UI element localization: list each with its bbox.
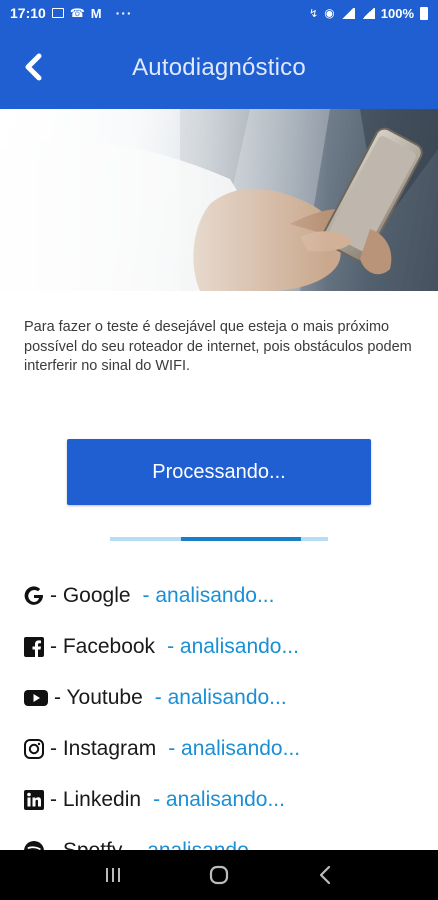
list-item: - Youtube - analisando... [22,672,422,723]
chevron-left-icon [25,53,42,81]
service-status: - analisando... [154,685,287,709]
battery-icon [420,6,428,20]
more-notifications-icon: ··· [115,5,133,21]
signal-icon-2 [360,7,375,19]
hero-image [0,109,438,291]
photo-icon [51,8,64,18]
youtube-icon [22,686,50,710]
process-button[interactable]: Processando... [67,439,371,505]
recent-apps-icon [106,868,120,882]
service-name: - Facebook [50,634,156,658]
back-button[interactable] [14,48,52,86]
wifi-icon: ◉ [324,6,335,20]
linkedin-icon [22,788,46,812]
system-back-button[interactable] [305,855,345,895]
list-item: - Facebook - analisando... [22,621,422,672]
service-status: - analisando... [142,583,275,607]
google-icon [22,584,46,608]
progress-fill [181,537,301,541]
instructions-text: Para fazer o teste é desejável que estej… [24,319,412,374]
progress-bar [110,537,328,541]
service-status: - analisando... [153,787,285,811]
facebook-icon [22,635,46,659]
status-bar: 17:10 ☎ M ··· ↯ ◉ 100% [0,0,438,26]
service-status: - analisando... [167,634,299,658]
home-icon [209,865,229,885]
tty-icon: ☎ [69,6,85,20]
service-name: - Google [50,583,131,607]
signal-icon-1 [340,7,355,19]
page-title: Autodiagnóstico [132,54,306,81]
list-item: - Linkedin - analisando... [22,774,422,825]
service-name: - Instagram [50,736,157,760]
services-list: - Google - analisando... - Facebook - an… [22,570,422,876]
vibrate-icon: ↯ [309,7,319,20]
recent-apps-button[interactable] [93,855,133,895]
app-bar: Autodiagnóstico [0,26,438,109]
hand-holding-smartphone-photo [0,109,438,291]
list-item: - Instagram - analisando... [22,723,422,774]
service-name: - Linkedin [50,787,142,811]
service-status: - analisando... [168,736,301,760]
service-name: - Youtube [54,685,143,709]
gmail-icon: M [90,5,102,21]
back-icon [319,865,331,885]
home-button[interactable] [199,855,239,895]
list-item: - Google - analisando... [22,570,422,621]
system-nav-bar [0,850,438,900]
instagram-icon [22,737,46,761]
status-time: 17:10 [10,5,46,21]
battery-percent: 100% [380,5,414,21]
